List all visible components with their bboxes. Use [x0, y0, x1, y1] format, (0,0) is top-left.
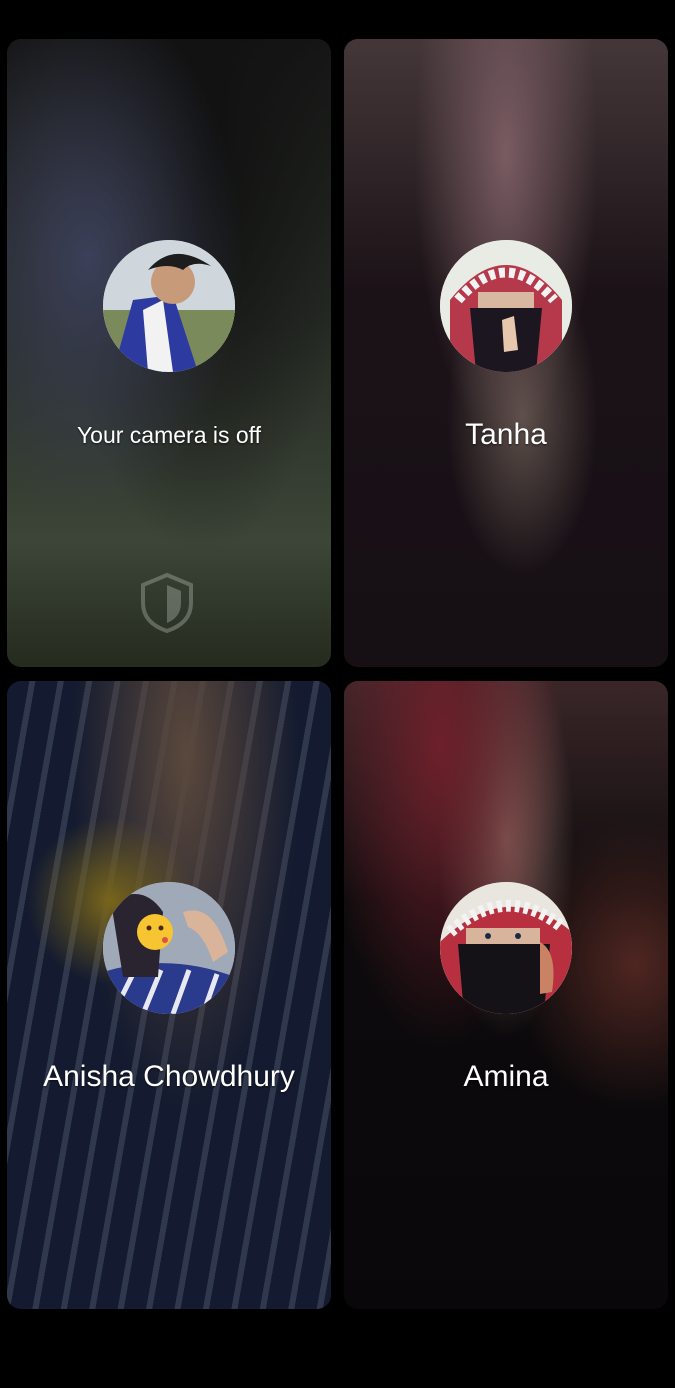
participant-name: Your camera is off — [76, 422, 262, 448]
participant-tile-amina[interactable]: Amina — [344, 681, 668, 1309]
participant-avatar — [103, 240, 235, 372]
participant-name: Amina — [463, 1060, 549, 1093]
participant-avatar — [440, 882, 572, 1014]
participant-avatar — [440, 240, 572, 372]
participant-tile-anisha[interactable]: Anisha Chowdhury — [7, 681, 331, 1309]
shield-icon — [141, 572, 193, 634]
participant-tile-self[interactable]: Your camera is off — [7, 39, 331, 667]
video-call-grid: Your camera is off Tanha Anisha Chowdhur… — [7, 39, 668, 1309]
participant-avatar — [103, 882, 235, 1014]
participant-name: Tanha — [465, 418, 547, 451]
participant-name: Anisha Chowdhury — [43, 1060, 295, 1093]
participant-tile-tanha[interactable]: Tanha — [344, 39, 668, 667]
